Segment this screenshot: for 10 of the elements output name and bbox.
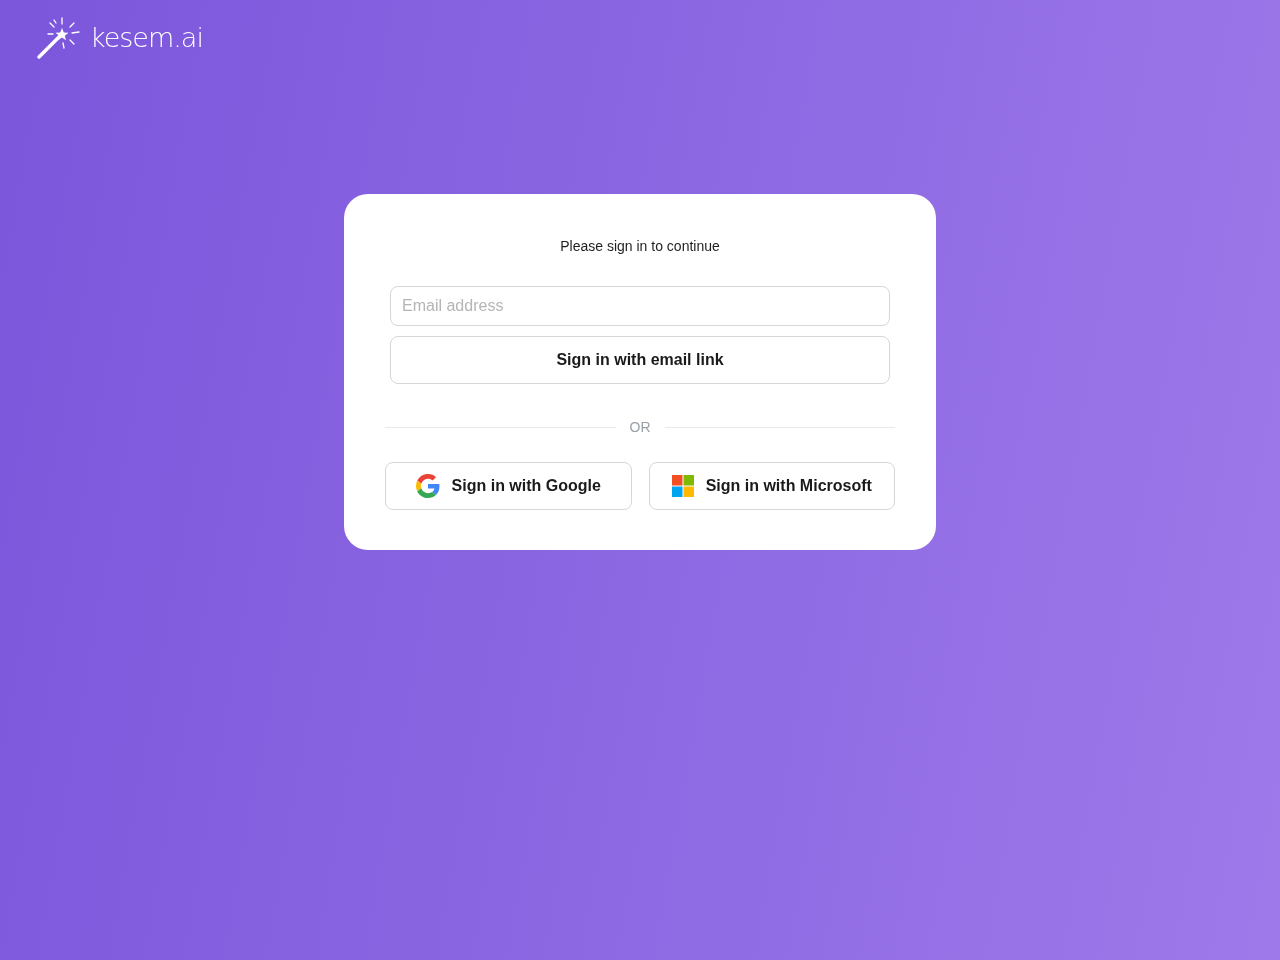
magic-wand-icon bbox=[36, 16, 80, 60]
email-link-button[interactable]: Sign in with email link bbox=[390, 336, 890, 384]
brand-logo-text: kesem.ai bbox=[90, 21, 203, 55]
sign-in-prompt: Please sign in to continue bbox=[560, 237, 720, 255]
four-squares-logo-icon bbox=[671, 475, 694, 497]
google-sign-in-button[interactable]: Sign in with Google bbox=[385, 462, 632, 510]
google-g-icon bbox=[415, 474, 440, 498]
microsoft-sign-in-button[interactable]: Sign in with Microsoft bbox=[648, 462, 895, 510]
email-input[interactable]: Email address bbox=[390, 286, 890, 326]
or-divider-text: OR bbox=[629, 418, 651, 436]
